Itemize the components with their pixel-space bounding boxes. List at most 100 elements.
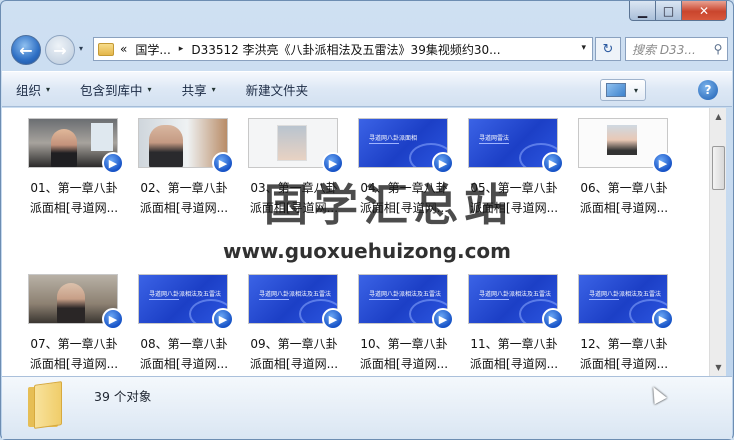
file-name-line: 派面相[寻道网... xyxy=(29,357,119,371)
video-file-icon: ▶ xyxy=(102,308,124,330)
slide-title: 寻道网八卦派相法及五雷法 xyxy=(589,291,662,298)
file-name-line: 10、第一章八卦 xyxy=(360,337,448,351)
breadcrumb-item-parent[interactable]: 国学... xyxy=(135,41,170,58)
slide-title: 寻道网八卦派相法及五雷法 xyxy=(149,291,222,298)
chevron-down-icon[interactable]: ▾ xyxy=(634,86,638,95)
video-file-icon: ▶ xyxy=(542,308,564,330)
file-name-line: 06、第一章八卦 xyxy=(580,181,668,195)
watermark-title: 国学汇总站 xyxy=(264,180,514,231)
help-button[interactable]: ? xyxy=(698,80,718,100)
vertical-scrollbar[interactable]: ▲ ▼ xyxy=(709,108,726,376)
file-name: 02、第一章八卦 派面相[寻道网... xyxy=(130,178,238,218)
video-file-icon: ▶ xyxy=(102,152,124,174)
file-item[interactable]: 寻道网八卦派相法及五雷法 ▶ 11、第一章八卦 派面相[寻道网... xyxy=(460,264,568,376)
file-name-line: 12、第一章八卦 xyxy=(580,337,668,351)
slide-title: 寻道网雷法 xyxy=(479,135,510,142)
search-input[interactable]: 搜索 D33... ⚲ xyxy=(625,37,728,61)
file-item[interactable]: ▶ 07、第一章八卦 派面相[寻道网... xyxy=(20,264,128,376)
arrow-right-icon: → xyxy=(53,40,67,60)
watermark-url: www.guoxuehuizong.com xyxy=(222,239,512,263)
file-item[interactable]: ▶ 02、第一章八卦 派面相[寻道网... xyxy=(130,108,238,234)
file-item[interactable]: 寻道网八卦派相法及五雷法 ▶ 09、第一章八卦 派面相[寻道网... xyxy=(240,264,348,376)
include-in-library-label: 包含到库中 xyxy=(80,82,143,98)
file-name: 09、第一章八卦 派面相[寻道网... xyxy=(240,334,348,374)
share-menu[interactable]: 共享 ▾ xyxy=(182,80,216,99)
file-item[interactable]: 寻道网八卦派相法及五雷法 ▶ 08、第一章八卦 派面相[寻道网... xyxy=(130,264,238,376)
arrow-left-icon: ← xyxy=(19,40,33,60)
video-file-icon: ▶ xyxy=(652,152,674,174)
organize-menu[interactable]: 组织 ▾ xyxy=(16,80,50,99)
file-name-line: 派面相[寻道网... xyxy=(139,357,229,371)
file-item[interactable]: 寻道网八卦派相法及五雷法 ▶ 10、第一章八卦 派面相[寻道网... xyxy=(350,264,458,376)
file-item[interactable]: 寻道网八卦派相法及五雷法 ▶ 12、第一章八卦 派面相[寻道网... xyxy=(570,264,678,376)
new-folder-label: 新建文件夹 xyxy=(245,82,309,98)
caption-buttons: ▁ □ ✕ xyxy=(629,1,727,21)
chevron-down-icon: ▾ xyxy=(147,84,152,94)
file-item[interactable]: ▶ 06、第一章八卦 派面相[寻道网... xyxy=(570,108,678,234)
file-name: 11、第一章八卦 派面相[寻道网... xyxy=(460,334,568,374)
explorer-window: ▁ □ ✕ ← → ▾ « 国学... ▸ D33512 李洪亮《八卦派相法及五… xyxy=(0,0,734,440)
video-file-icon: ▶ xyxy=(212,152,234,174)
file-name: 06、第一章八卦 派面相[寻道网... xyxy=(570,178,678,218)
details-pane: 39 个对象 xyxy=(2,376,732,439)
slide-title: 寻道网八卦派相法及五雷法 xyxy=(479,291,552,298)
object-count: 39 个对象 xyxy=(94,389,152,404)
slide-title: 寻道网八卦派面相 xyxy=(369,135,418,142)
chevron-down-icon: ▾ xyxy=(211,84,216,94)
video-file-icon: ▶ xyxy=(652,308,674,330)
share-label: 共享 xyxy=(181,82,207,98)
file-name: 01、第一章八卦 派面相[寻道网... xyxy=(20,178,128,218)
video-file-icon: ▶ xyxy=(432,308,454,330)
address-dropdown-button[interactable]: ▾ xyxy=(581,43,586,53)
slide-title: 寻道网八卦派相法及五雷法 xyxy=(369,291,442,298)
refresh-button[interactable]: ↻ xyxy=(595,37,621,61)
file-name-line: 派面相[寻道网... xyxy=(359,357,449,371)
maximize-button[interactable]: □ xyxy=(656,1,682,21)
file-name: 08、第一章八卦 派面相[寻道网... xyxy=(130,334,238,374)
file-name: 10、第一章八卦 派面相[寻道网... xyxy=(350,334,458,374)
breadcrumb-item-current[interactable]: D33512 李洪亮《八卦派相法及五雷法》39集视频约30... xyxy=(191,41,500,58)
video-file-icon: ▶ xyxy=(322,308,344,330)
change-view-button[interactable]: ▾ xyxy=(600,79,646,101)
scroll-thumb[interactable] xyxy=(712,146,725,190)
organize-label: 组织 xyxy=(16,82,42,98)
back-button[interactable]: ← xyxy=(11,35,41,65)
address-bar[interactable]: « 国学... ▸ D33512 李洪亮《八卦派相法及五雷法》39集视频约30.… xyxy=(93,37,593,61)
forward-button[interactable]: → xyxy=(45,35,75,65)
scroll-down-button[interactable]: ▼ xyxy=(710,359,727,376)
video-file-icon: ▶ xyxy=(542,152,564,174)
include-in-library-menu[interactable]: 包含到库中 ▾ xyxy=(80,80,152,99)
file-name-line: 09、第一章八卦 xyxy=(250,337,338,351)
file-name-line: 08、第一章八卦 xyxy=(140,337,228,351)
command-bar: 组织 ▾ 包含到库中 ▾ 共享 ▾ 新建文件夹 ▾ ? xyxy=(2,71,732,107)
slide-title: 寻道网八卦派相法及五雷法 xyxy=(259,291,332,298)
file-name-line: 11、第一章八卦 xyxy=(470,337,558,351)
file-name-line: 派面相[寻道网... xyxy=(579,201,669,215)
file-name-line: 02、第一章八卦 xyxy=(140,181,228,195)
refresh-icon: ↻ xyxy=(602,41,614,57)
search-placeholder: 搜索 D33... xyxy=(632,42,696,57)
file-item[interactable]: ▶ 01、第一章八卦 派面相[寻道网... xyxy=(20,108,128,234)
chevron-right-icon[interactable]: ▸ xyxy=(179,44,184,54)
scroll-up-button[interactable]: ▲ xyxy=(710,108,727,125)
view-thumbnails-icon xyxy=(606,83,626,97)
search-icon[interactable]: ⚲ xyxy=(709,42,727,56)
file-name-line: 01、第一章八卦 xyxy=(30,181,118,195)
video-file-icon: ▶ xyxy=(212,308,234,330)
folder-icon xyxy=(28,381,64,429)
file-name: 07、第一章八卦 派面相[寻道网... xyxy=(20,334,128,374)
folder-icon xyxy=(98,42,114,56)
file-name-line: 派面相[寻道网... xyxy=(249,357,339,371)
chevron-down-icon: ▾ xyxy=(46,84,51,94)
close-button[interactable]: ✕ xyxy=(682,1,727,21)
file-name-line: 派面相[寻道网... xyxy=(139,201,229,215)
file-name-line: 07、第一章八卦 xyxy=(30,337,118,351)
file-name-line: 派面相[寻道网... xyxy=(469,357,559,371)
breadcrumb-overflow[interactable]: « xyxy=(120,42,127,56)
file-name-line: 派面相[寻道网... xyxy=(29,201,119,215)
new-folder-button[interactable]: 新建文件夹 xyxy=(246,80,309,99)
file-name-line: 派面相[寻道网... xyxy=(579,357,669,371)
recent-pages-dropdown[interactable]: ▾ xyxy=(79,44,83,53)
file-name: 12、第一章八卦 派面相[寻道网... xyxy=(570,334,678,374)
minimize-button[interactable]: ▁ xyxy=(629,1,656,21)
